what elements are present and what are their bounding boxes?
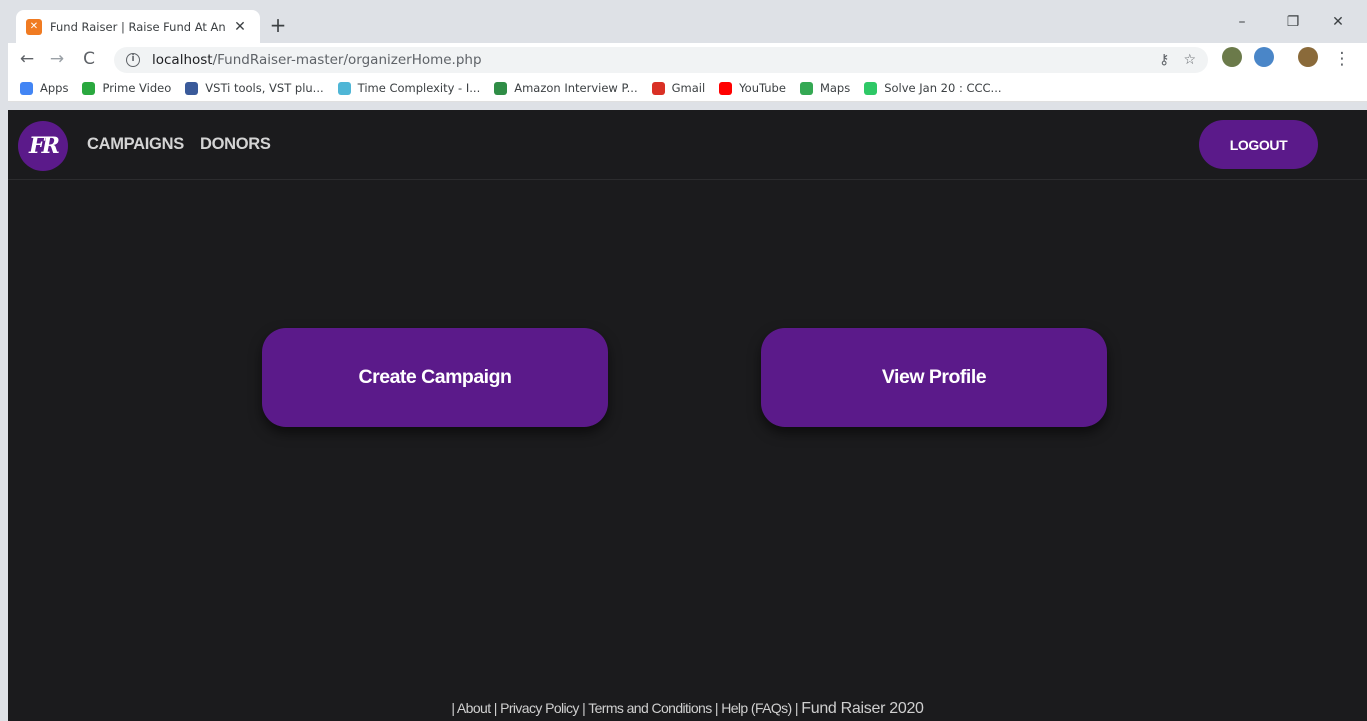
bookmark-label: VSTi tools, VST plu... bbox=[205, 81, 324, 95]
bookmark-label: Apps bbox=[40, 81, 69, 95]
ib-icon bbox=[337, 81, 351, 95]
bookmark-label: Maps bbox=[819, 81, 851, 95]
bookmark-item[interactable]: Apps bbox=[20, 81, 68, 95]
bookmark-label: Prime Video bbox=[102, 81, 172, 95]
site-navbar: FR CAMPAIGNS DONORS LOGOUT bbox=[8, 110, 1367, 180]
gmail-icon bbox=[651, 81, 665, 95]
bookmark-item[interactable]: YouTube bbox=[719, 81, 786, 95]
profile-avatar[interactable] bbox=[1298, 47, 1318, 67]
extension-icon[interactable] bbox=[1254, 47, 1274, 67]
hackerrank-icon bbox=[864, 81, 878, 95]
bookmark-item[interactable]: Maps bbox=[799, 81, 851, 95]
bookmark-item[interactable]: VSTi tools, VST plu... bbox=[185, 81, 324, 95]
bookmark-label: YouTube bbox=[739, 81, 786, 95]
prime-video-icon bbox=[82, 81, 96, 95]
browser-window: ✕ Fund Raiser | Raise Fund At An Ea ✕ + … bbox=[8, 7, 1367, 721]
restore-icon[interactable]: ❐ bbox=[1270, 7, 1316, 37]
url-host: localhost bbox=[152, 52, 213, 68]
tab-strip: ✕ Fund Raiser | Raise Fund At An Ea ✕ + … bbox=[8, 7, 1367, 43]
apps-grid-icon bbox=[20, 81, 33, 95]
tab-close-icon[interactable]: ✕ bbox=[232, 19, 248, 35]
bookmark-label: Amazon Interview P... bbox=[514, 81, 638, 95]
nav-campaigns-link[interactable]: CAMPAIGNS bbox=[87, 135, 184, 154]
minimize-icon[interactable]: – bbox=[1219, 7, 1265, 37]
menu-icon[interactable]: ⋮ bbox=[1329, 46, 1355, 72]
footer-brand: Fund Raiser 2020 bbox=[801, 700, 924, 717]
vsti-icon bbox=[185, 81, 199, 95]
bookmark-label: Time Complexity - I... bbox=[357, 81, 481, 95]
maps-icon bbox=[799, 81, 813, 95]
url-text: localhost/FundRaiser-master/organizerHom… bbox=[152, 52, 482, 68]
key-icon[interactable]: ⚷ bbox=[1159, 52, 1169, 68]
site-logo[interactable]: FR bbox=[18, 121, 68, 171]
close-window-icon[interactable]: ✕ bbox=[1315, 7, 1361, 37]
forward-icon[interactable]: → bbox=[44, 46, 70, 72]
star-icon[interactable]: ☆ bbox=[1183, 52, 1196, 68]
bookmark-item[interactable]: Amazon Interview P... bbox=[494, 81, 638, 95]
gfg-icon bbox=[494, 81, 508, 95]
bookmark-item[interactable]: Time Complexity - I... bbox=[337, 81, 481, 95]
bookmark-label: Gmail bbox=[671, 81, 706, 95]
info-icon[interactable]: i bbox=[126, 53, 140, 67]
footer-links[interactable]: | About | Privacy Policy | Terms and Con… bbox=[451, 700, 798, 716]
logout-button[interactable]: LOGOUT bbox=[1199, 120, 1318, 169]
bookmarks-bar: Apps Prime Video VSTi tools, VST plu... Tim… bbox=[8, 75, 1367, 102]
bookmark-item[interactable]: Solve Jan 20 : CCC... bbox=[864, 81, 1002, 95]
create-campaign-button[interactable]: Create Campaign bbox=[262, 328, 608, 427]
view-profile-button[interactable]: View Profile bbox=[761, 328, 1107, 427]
back-icon[interactable]: ← bbox=[14, 46, 40, 72]
bookmark-item[interactable]: Gmail bbox=[651, 81, 706, 95]
site-footer: | About | Privacy Policy | Terms and Con… bbox=[8, 700, 1367, 718]
bookmark-label: Solve Jan 20 : CCC... bbox=[884, 81, 1002, 95]
browser-toolbar: ← → C i localhost/FundRaiser-master/orga… bbox=[8, 43, 1367, 75]
xampp-icon: ✕ bbox=[26, 18, 42, 35]
page-content: FR CAMPAIGNS DONORS LOGOUT Create Campai… bbox=[8, 110, 1367, 721]
nav-donors-link[interactable]: DONORS bbox=[200, 135, 271, 154]
url-path: /FundRaiser-master/organizerHome.php bbox=[212, 52, 482, 68]
new-tab-icon[interactable]: + bbox=[266, 13, 290, 37]
tab-title: Fund Raiser | Raise Fund At An Ea bbox=[50, 19, 226, 34]
youtube-icon bbox=[719, 81, 733, 95]
reload-icon[interactable]: C bbox=[76, 46, 102, 72]
address-bar[interactable]: i localhost/FundRaiser-master/organizerH… bbox=[114, 47, 1208, 73]
browser-tab[interactable]: ✕ Fund Raiser | Raise Fund At An Ea ✕ bbox=[16, 10, 260, 43]
bookmark-item[interactable]: Prime Video bbox=[82, 81, 171, 95]
extension-incognito-icon[interactable] bbox=[1222, 47, 1242, 67]
